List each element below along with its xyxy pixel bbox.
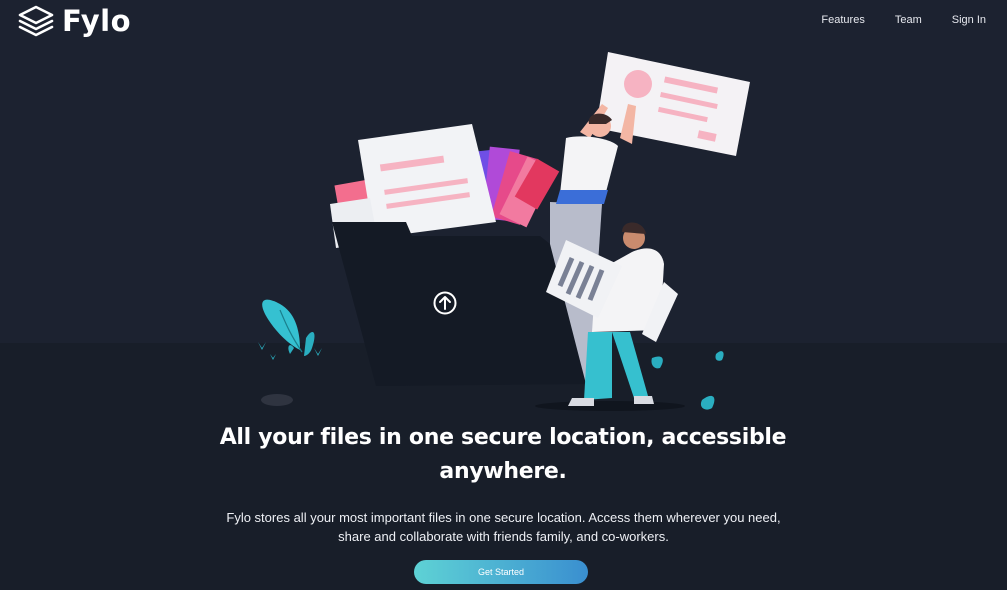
layers-icon [18, 5, 54, 37]
plant-illustration [258, 299, 322, 360]
leaf [700, 395, 715, 410]
folder [332, 222, 586, 386]
person-holding-card [556, 52, 750, 204]
nav-link-team[interactable]: Team [895, 13, 922, 27]
brand-logo[interactable]: Fylo [17, 4, 131, 38]
nav-link-sign-in[interactable]: Sign In [952, 13, 986, 27]
hero-illustration [258, 52, 750, 411]
document-paper [358, 124, 496, 238]
ground-shadow [535, 401, 685, 411]
nav-link-features[interactable]: Features [821, 13, 864, 27]
hero-headline: All your files in one secure location, a… [219, 425, 787, 484]
rock [261, 394, 293, 406]
main-nav: Features Team Sign In [791, 13, 986, 27]
get-started-button[interactable]: Get Started [414, 560, 588, 584]
leaf [715, 351, 724, 361]
hero-subtext: Fylo stores all your most important file… [226, 510, 781, 544]
brand-name: Fylo [62, 3, 131, 38]
site-header: Fylo Features Team Sign In [0, 0, 1007, 42]
leaf [651, 356, 663, 369]
